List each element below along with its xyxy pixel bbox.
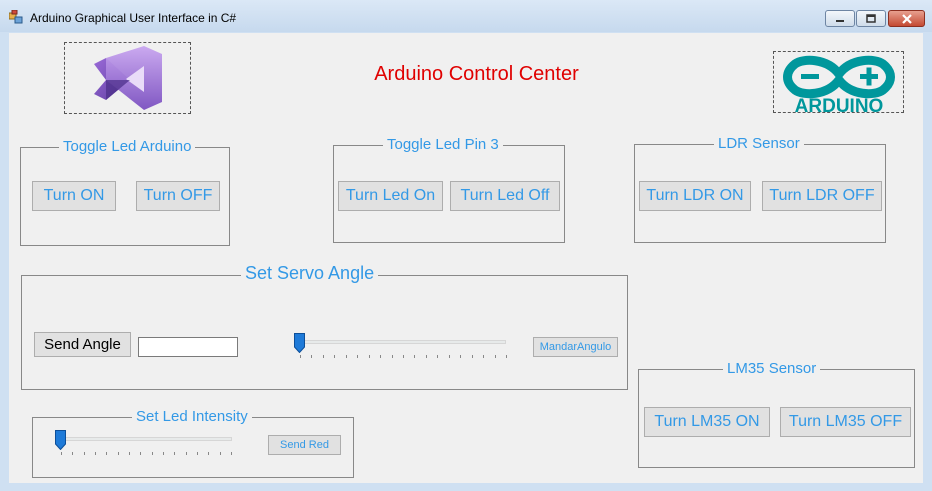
slider-tick [357,355,358,358]
minimize-icon [836,19,844,22]
lm35-sensor-label: LM35 Sensor [723,360,821,378]
mandar-angulo-button[interactable]: MandarAngulo [533,337,618,357]
slider-tick [118,452,119,455]
lm35-sensor-group: LM35 Sensor Turn LM35 ON Turn LM35 OFF [638,360,915,468]
slider-tick [197,452,198,455]
led-intensity-slider-thumb[interactable] [55,430,66,450]
slider-tick [140,452,141,455]
toggle-led-pin3-group: Toggle Led Pin 3 Turn Led On Turn Led Of… [333,136,565,243]
slider-tick [483,355,484,358]
turn-lm35-off-button[interactable]: Turn LM35 OFF [780,407,911,437]
turn-ldr-off-button[interactable]: Turn LDR OFF [762,181,882,211]
turn-led-off-button[interactable]: Turn Led Off [450,181,560,211]
slider-tick [414,355,415,358]
window-title: Arduino Graphical User Interface in C# [30,11,237,25]
slider-tick [380,355,381,358]
slider-tick [311,355,312,358]
slider-tick [392,355,393,358]
slider-tick [220,452,221,455]
turn-lm35-on-button[interactable]: Turn LM35 ON [644,407,770,437]
turn-ldr-on-button[interactable]: Turn LDR ON [639,181,751,211]
slider-tick [300,355,301,358]
minimize-button[interactable] [825,10,855,27]
led-intensity-group: Set Led Intensity Send Red [32,408,354,478]
servo-angle-group: Set Servo Angle Send Angle MandarAngulo [21,264,628,390]
slider-tick [152,452,153,455]
send-angle-button[interactable]: Send Angle [34,332,131,357]
slider-tick [163,452,164,455]
slider-tick [95,452,96,455]
slider-tick [346,355,347,358]
slider-tick [106,452,107,455]
maximize-button[interactable] [856,10,886,27]
slider-tick [437,355,438,358]
slider-tick [186,452,187,455]
slider-tick [231,452,232,455]
slider-tick [129,452,130,455]
arduino-icon: ARDUINO [783,55,895,114]
slider-tick [174,452,175,455]
slider-tick [403,355,404,358]
angle-input[interactable] [138,337,238,357]
slider-tick [334,355,335,358]
toggle-led-pin3-label: Toggle Led Pin 3 [383,136,503,154]
slider-tick [61,452,62,455]
close-button[interactable] [888,10,925,27]
close-icon [901,13,912,24]
slider-tick [449,355,450,358]
led-intensity-label: Set Led Intensity [132,408,252,426]
maximize-icon [866,14,876,23]
send-red-button[interactable]: Send Red [268,435,341,455]
turn-on-button[interactable]: Turn ON [32,181,116,211]
slider-tick [72,452,73,455]
led-intensity-slider-track[interactable] [60,437,232,441]
turn-off-button[interactable]: Turn OFF [136,181,220,211]
slider-tick [472,355,473,358]
ldr-sensor-group: LDR Sensor Turn LDR ON Turn LDR OFF [634,135,886,243]
slider-tick [369,355,370,358]
slider-tick [208,452,209,455]
toggle-led-arduino-label: Toggle Led Arduino [59,138,196,156]
window-bottom-border [0,483,932,491]
app-icon [9,10,23,24]
led-intensity-slider-ticks [61,452,232,455]
slider-tick [460,355,461,358]
title-bar[interactable]: Arduino Graphical User Interface in C# [0,0,932,32]
slider-tick [495,355,496,358]
toggle-led-arduino-group: Toggle Led Arduino Turn ON Turn OFF [20,138,230,246]
app-window: Arduino Graphical User Interface in C# A… [0,0,932,491]
slider-tick [323,355,324,358]
servo-slider-ticks [300,355,507,358]
ldr-sensor-label: LDR Sensor [714,135,804,153]
slider-tick [84,452,85,455]
servo-slider-track[interactable] [298,340,506,344]
servo-angle-label: Set Servo Angle [241,264,379,282]
arduino-logo-text: ARDUINO [795,96,884,114]
slider-tick [426,355,427,358]
slider-tick [506,355,507,358]
servo-slider-thumb[interactable] [294,333,305,353]
turn-led-on-button[interactable]: Turn Led On [338,181,443,211]
arduino-logo: ARDUINO [773,51,904,114]
